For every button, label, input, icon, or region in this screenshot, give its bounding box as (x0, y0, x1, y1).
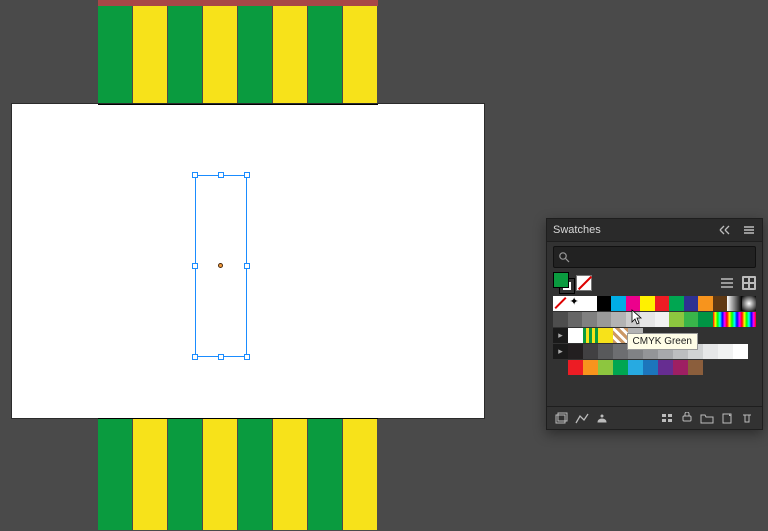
swatch[interactable] (673, 360, 688, 375)
swatch[interactable] (613, 344, 628, 359)
none-swatch[interactable] (576, 275, 592, 291)
swatch[interactable] (568, 360, 583, 375)
swatch[interactable] (568, 344, 583, 359)
swatch[interactable] (611, 296, 626, 311)
thumbnail-view-icon[interactable] (742, 276, 756, 290)
swatch[interactable] (713, 296, 728, 311)
panel-title[interactable]: Swatches (553, 224, 601, 236)
color-group-icon[interactable]: ▸ (553, 328, 568, 343)
swatch[interactable] (713, 312, 728, 327)
swatch[interactable] (673, 344, 688, 359)
color-group-icon[interactable]: ▸ (553, 344, 568, 359)
swatch[interactable] (553, 312, 568, 327)
swatch[interactable] (643, 344, 658, 359)
swatch[interactable] (688, 344, 703, 359)
new-color-group-icon[interactable] (660, 411, 674, 425)
swatch[interactable] (684, 312, 699, 327)
swatch[interactable] (698, 296, 713, 311)
swatch[interactable] (626, 312, 641, 327)
panel-footer (547, 406, 762, 429)
swatch-search-input[interactable] (574, 247, 755, 267)
swatch[interactable] (568, 328, 583, 343)
swatch[interactable] (582, 312, 597, 327)
swatch[interactable] (643, 360, 658, 375)
swatch[interactable] (703, 344, 718, 359)
swatch[interactable] (727, 296, 742, 311)
artboard-bottom-edge (98, 418, 378, 419)
artboard[interactable] (12, 104, 484, 418)
swatch[interactable] (688, 360, 703, 375)
swatch[interactable] (727, 312, 742, 327)
swatch[interactable] (669, 296, 684, 311)
swatch[interactable] (568, 296, 583, 311)
current-swatch-row (547, 272, 762, 294)
current-fill[interactable] (553, 272, 569, 288)
swatches-panel[interactable]: Swatches (546, 218, 763, 430)
list-view-icon[interactable] (720, 276, 734, 290)
panel-menu-icon[interactable] (742, 223, 756, 237)
fill-stroke-indicator[interactable] (553, 272, 575, 294)
swatch-grid[interactable]: ▸▸ (547, 294, 762, 406)
swatch[interactable] (597, 296, 612, 311)
swatch[interactable] (718, 344, 733, 359)
artboard-top-edge (98, 104, 378, 105)
swatch-options-icon[interactable] (595, 411, 609, 425)
swatch[interactable] (583, 328, 598, 343)
swatch[interactable] (583, 344, 598, 359)
swatch[interactable] (611, 312, 626, 327)
swatch[interactable] (597, 312, 612, 327)
swatch[interactable] (598, 360, 613, 375)
swatch[interactable] (626, 296, 641, 311)
swatch[interactable] (628, 344, 643, 359)
swatch[interactable] (598, 328, 613, 343)
swatch[interactable] (684, 296, 699, 311)
swatch-libraries-menu-icon[interactable] (555, 411, 569, 425)
swatch[interactable] (655, 312, 670, 327)
swatch[interactable] (613, 328, 628, 343)
swatch[interactable] (742, 296, 757, 311)
swatch[interactable] (628, 328, 643, 343)
swatch[interactable] (658, 360, 673, 375)
swatch[interactable] (742, 312, 757, 327)
swatch[interactable] (698, 312, 713, 327)
swatch[interactable] (628, 360, 643, 375)
search-icon (558, 251, 570, 263)
new-swatch-icon[interactable] (720, 411, 734, 425)
swatch[interactable] (583, 360, 598, 375)
swatch[interactable] (553, 296, 568, 311)
swatch-search[interactable] (553, 246, 756, 268)
delete-swatch-icon[interactable] (740, 411, 754, 425)
swatch[interactable] (613, 360, 628, 375)
new-folder-icon[interactable] (700, 411, 714, 425)
swatch[interactable] (640, 296, 655, 311)
swatch[interactable] (655, 296, 670, 311)
panel-tabbar: Swatches (547, 219, 762, 242)
link-icon[interactable] (680, 411, 694, 425)
swatch[interactable] (733, 344, 748, 359)
swatch[interactable] (669, 312, 684, 327)
collapse-panel-icon[interactable] (718, 223, 732, 237)
show-swatch-kinds-icon[interactable] (575, 411, 589, 425)
swatch[interactable] (640, 312, 655, 327)
swatch[interactable] (568, 312, 583, 327)
swatch[interactable] (582, 296, 597, 311)
swatch[interactable] (598, 344, 613, 359)
swatch[interactable] (658, 344, 673, 359)
